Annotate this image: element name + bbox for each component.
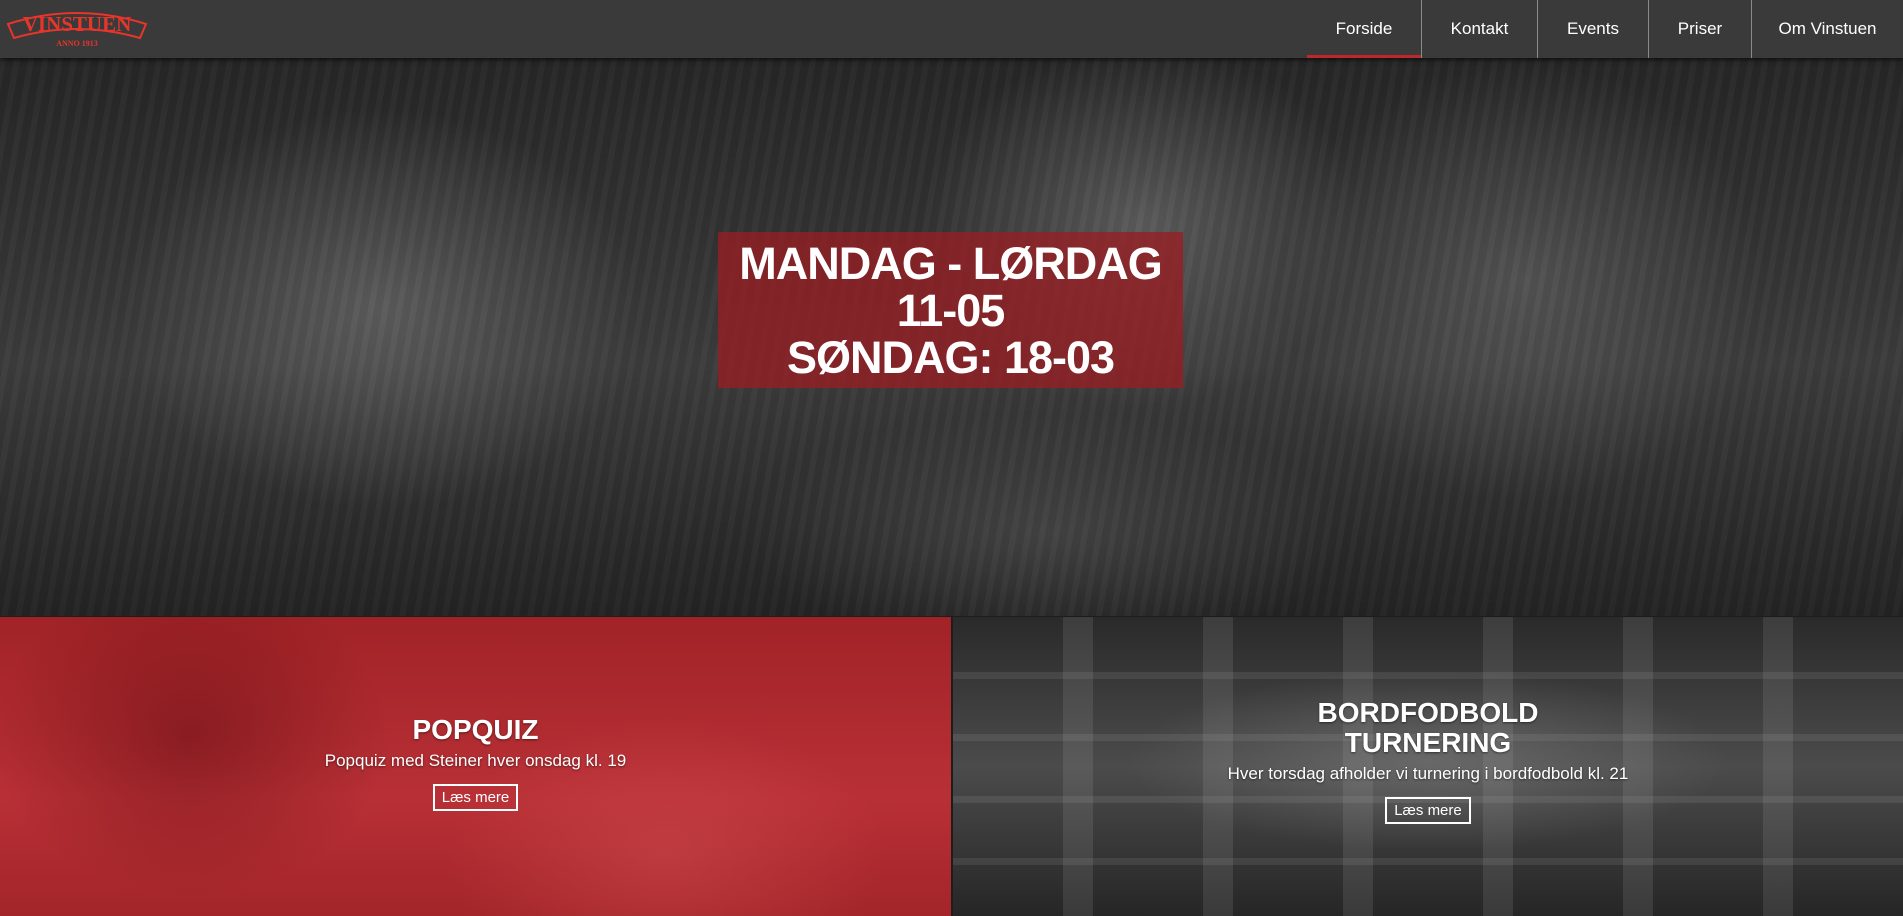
- popquiz-subtitle: Popquiz med Steiner hver onsdag kl. 19: [324, 750, 627, 770]
- vinstuen-logo[interactable]: VINSTUEN ANNO 1913: [4, 4, 150, 52]
- hours-weekdays-time: 11-05: [896, 284, 1006, 336]
- nav-item-om-vinstuen[interactable]: Om Vinstuen: [1751, 0, 1903, 58]
- hours-sunday: SØNDAG: 18-03: [786, 331, 1115, 383]
- hours-weekdays: MANDAG - LØRDAG: [739, 237, 1162, 289]
- opening-hours-box: MANDAG - LØRDAG 11-05 SØNDAG: 18-03: [718, 232, 1183, 388]
- bordfodbold-card: BORDFODBOLD TURNERING Hver torsdag afhol…: [953, 617, 1903, 916]
- bordfodbold-title-line2: TURNERING: [1344, 726, 1512, 758]
- bordfodbold-subtitle: Hver torsdag afholder vi turnering i bor…: [1227, 763, 1629, 783]
- popquiz-card: POPQUIZ Popquiz med Steiner hver onsdag …: [0, 617, 951, 916]
- bordfodbold-content: BORDFODBOLD TURNERING Hver torsdag afhol…: [1227, 696, 1629, 824]
- nav-item-priser[interactable]: Priser: [1648, 0, 1751, 58]
- logo-emblem-icon: VINSTUEN ANNO 1913: [6, 12, 148, 48]
- popquiz-title: POPQUIZ: [412, 713, 539, 745]
- hero-banner: MANDAG - LØRDAG 11-05 SØNDAG: 18-03: [0, 58, 1903, 616]
- navbar: VINSTUEN ANNO 1913 Forside Kontakt Event…: [0, 0, 1903, 58]
- main-nav: Forside Kontakt Events Priser Om Vinstue…: [1307, 0, 1903, 58]
- popquiz-content: POPQUIZ Popquiz med Steiner hver onsdag …: [324, 713, 627, 811]
- logo-text: VINSTUEN: [23, 12, 132, 36]
- bordfodbold-title-line1: BORDFODBOLD: [1317, 696, 1539, 728]
- nav-item-events[interactable]: Events: [1537, 0, 1648, 58]
- logo-tagline: ANNO 1913: [56, 39, 98, 48]
- nav-item-kontakt[interactable]: Kontakt: [1421, 0, 1537, 58]
- popquiz-read-more-button[interactable]: Læs mere: [432, 783, 519, 811]
- bordfodbold-read-more-button[interactable]: Læs mere: [1385, 796, 1471, 824]
- nav-item-forside[interactable]: Forside: [1307, 0, 1421, 58]
- bordfodbold-title: BORDFODBOLD TURNERING: [1317, 696, 1539, 758]
